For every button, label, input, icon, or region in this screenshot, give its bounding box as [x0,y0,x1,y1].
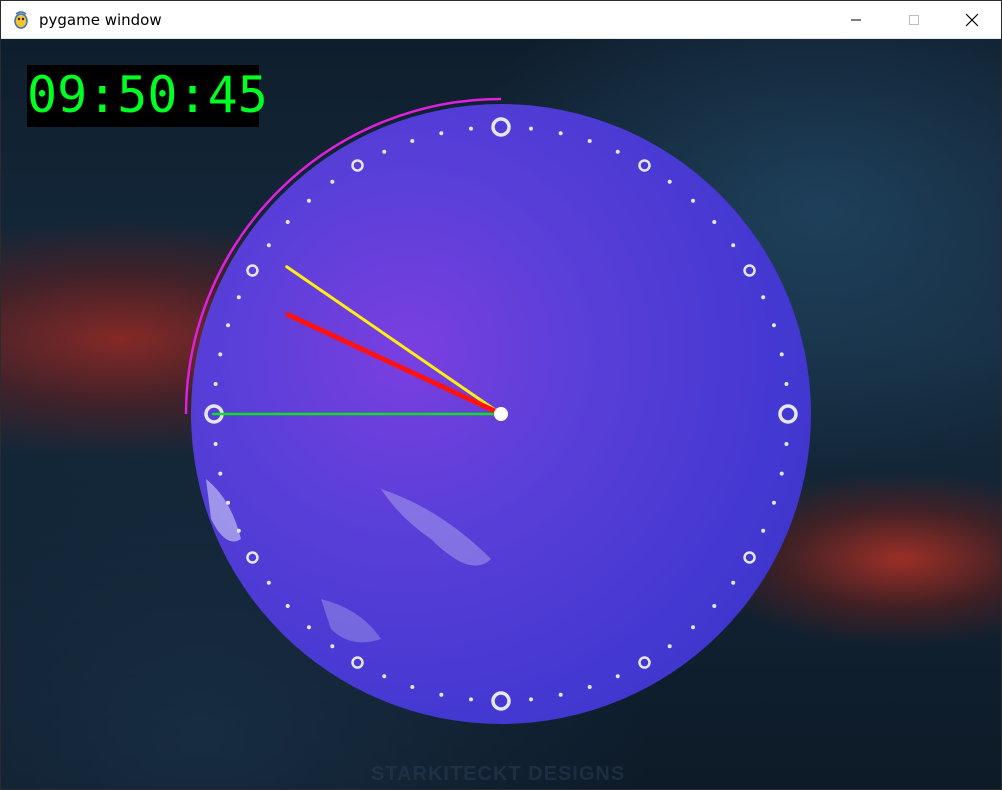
digital-clock-display: 09:50:45 [27,65,268,127]
minute-tick [410,139,415,144]
minute-tick [382,149,387,154]
minute-tick [558,692,563,697]
minute-tick [528,126,533,131]
minute-tick [558,131,563,136]
minute-tick [226,323,231,328]
minute-tick [410,684,415,689]
minute-tick [771,500,776,505]
minute-tick [306,625,311,630]
minute-tick [469,697,474,702]
minute-tick [266,580,271,585]
minute-tick [285,219,290,224]
minute-tick [266,243,271,248]
minute-tick [712,604,717,609]
minute-tick [587,139,592,144]
minute-tick [528,697,533,702]
maximize-icon [908,14,920,26]
minute-tick [691,198,696,203]
minute-tick [761,295,766,300]
minute-tick [587,684,592,689]
minute-tick [691,625,696,630]
pygame-snake-icon [11,10,31,30]
minute-tick [306,198,311,203]
minute-tick [330,179,335,184]
minimize-icon [850,14,862,26]
minute-tick [236,295,241,300]
minute-tick [213,382,218,387]
window-title: pygame window [39,11,162,29]
minute-tick [667,644,672,649]
minute-tick [285,604,290,609]
close-icon [965,13,979,27]
close-button[interactable] [943,1,1001,39]
minute-tick [469,126,474,131]
app-window: pygame window STARKITECKT DESIGNS 09:50:… [0,0,1002,790]
title-bar[interactable]: pygame window [1,1,1001,39]
minute-tick [439,692,444,697]
minute-tick [779,352,784,357]
analog-clock [184,97,811,724]
maximize-button[interactable] [885,1,943,39]
minute-tick [236,528,241,533]
minute-tick [213,441,218,446]
minute-tick [712,219,717,224]
minute-tick [439,131,444,136]
minute-tick [784,382,789,387]
minute-tick [218,471,223,476]
digital-time: 09:50:45 [27,66,268,124]
minute-tick [226,500,231,505]
minute-tick [784,441,789,446]
minimize-button[interactable] [827,1,885,39]
clock-center-pin [494,407,508,421]
minute-tick [779,471,784,476]
minute-tick [771,323,776,328]
minute-tick [731,580,736,585]
minute-tick [382,674,387,679]
minute-tick [330,644,335,649]
pygame-canvas[interactable]: STARKITECKT DESIGNS 09:50:45 [1,39,1001,789]
minute-tick [615,149,620,154]
minute-tick [615,674,620,679]
minute-tick [731,243,736,248]
minute-tick [761,528,766,533]
minute-tick [218,352,223,357]
minute-tick [667,179,672,184]
